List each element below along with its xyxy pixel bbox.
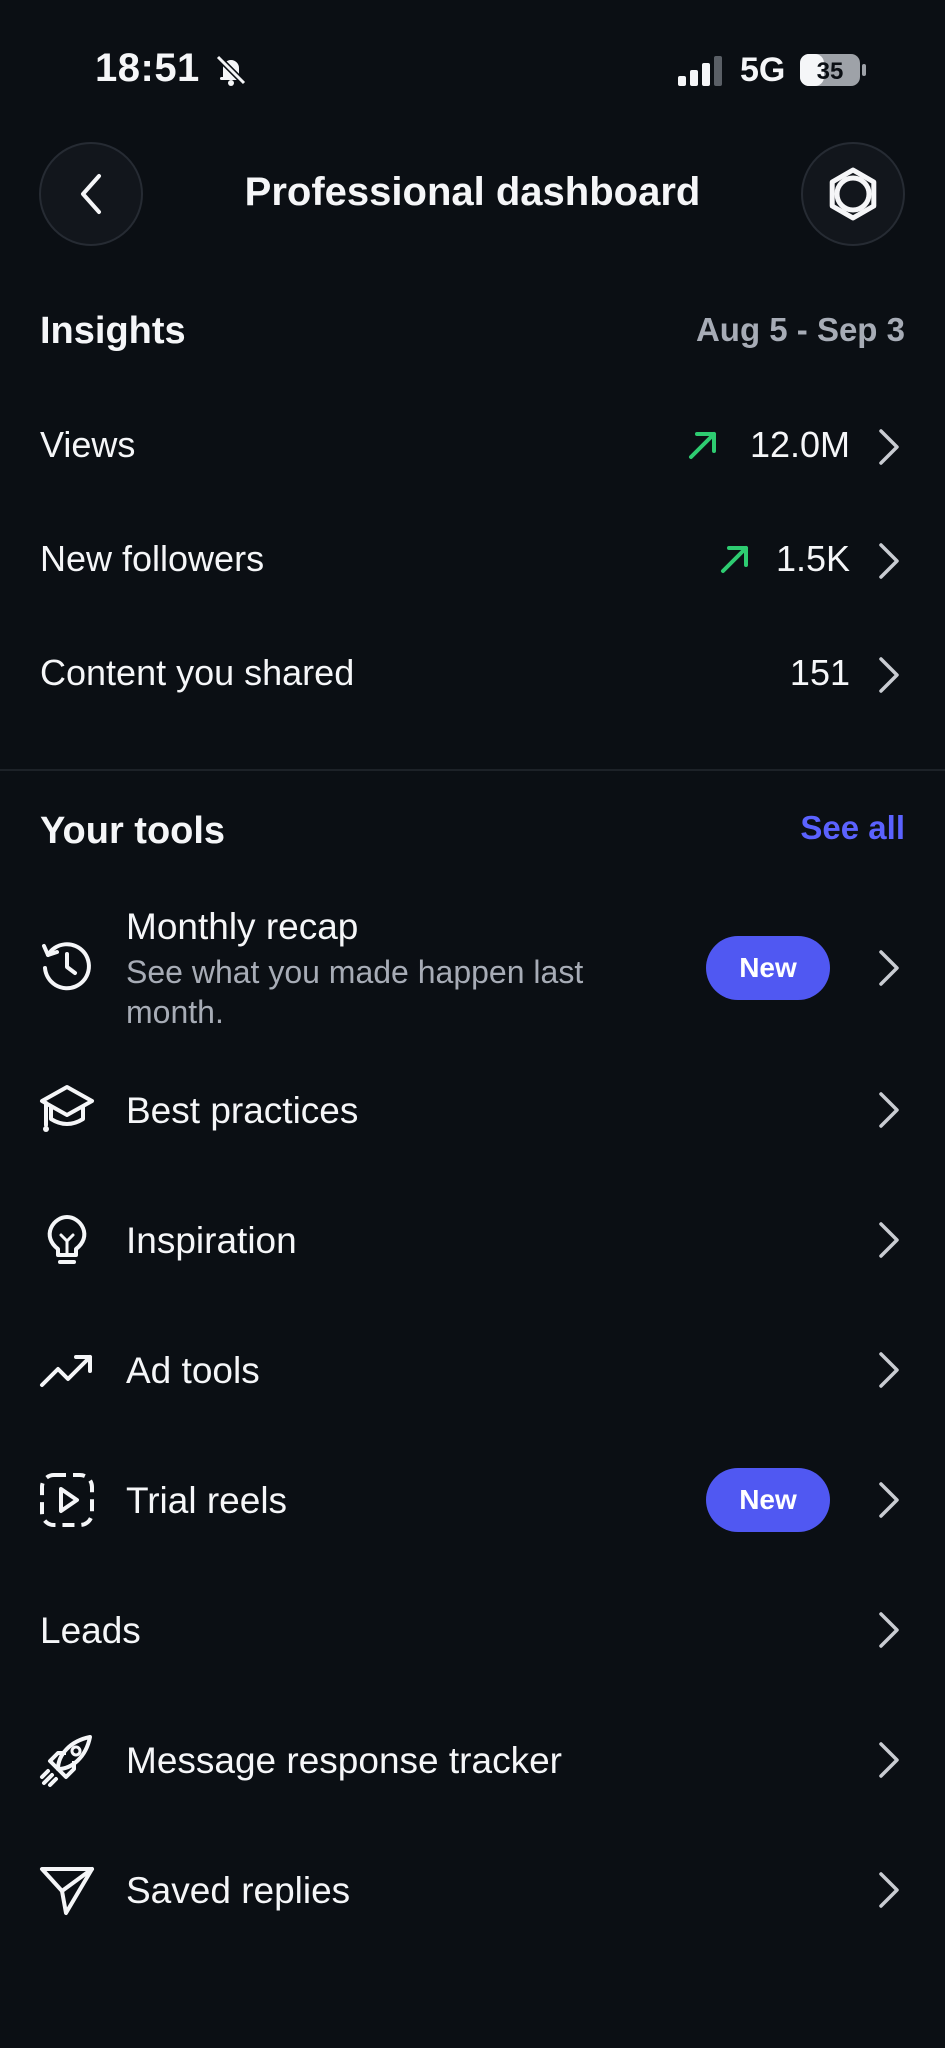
insight-label: New followers <box>40 538 265 579</box>
section-divider <box>0 769 945 771</box>
see-all-link[interactable]: See all <box>800 809 905 847</box>
graduation-cap-icon <box>40 1085 94 1132</box>
insight-value: 12.0M <box>749 424 850 465</box>
tool-trial-reels[interactable]: Trial reels New <box>0 1452 945 1548</box>
send-icon <box>40 1867 94 1915</box>
tool-label: Inspiration <box>126 1220 297 1261</box>
insight-row-new-followers[interactable]: New followers 1.5K <box>0 516 945 606</box>
tool-label: Leads <box>40 1610 141 1651</box>
gear-icon <box>829 167 877 221</box>
rocket-icon <box>40 1735 92 1787</box>
tool-leads[interactable]: Leads <box>0 1582 945 1678</box>
signal-icon <box>678 56 722 86</box>
tool-label: Saved replies <box>126 1870 351 1911</box>
tool-ad-tools[interactable]: Ad tools <box>0 1322 945 1418</box>
chevron-right-icon <box>879 950 899 986</box>
battery-level: 35 <box>817 58 844 85</box>
chevron-right-icon <box>879 1872 899 1908</box>
chevron-right-icon <box>879 1742 899 1778</box>
new-badge: New <box>706 1468 830 1532</box>
insight-label: Content you shared <box>40 652 355 693</box>
chevron-right-icon <box>879 1612 899 1648</box>
insight-row-content-shared[interactable]: Content you shared 151 <box>0 630 945 720</box>
chevron-right-icon <box>879 657 899 693</box>
insights-heading: Insights <box>40 310 186 352</box>
insight-value: 151 <box>789 652 850 693</box>
tool-saved-replies[interactable]: Saved replies <box>0 1842 945 1938</box>
tool-label: Best practices <box>126 1090 359 1131</box>
reel-play-icon <box>40 1473 94 1527</box>
status-bar: 18:51 5G 35 <box>0 0 945 130</box>
tool-label: Trial reels <box>126 1480 288 1521</box>
status-time: 18:51 <box>95 46 200 90</box>
trend-up-icon <box>721 546 748 573</box>
date-range[interactable]: Aug 5 - Sep 3 <box>696 311 905 349</box>
tool-label: Monthly recap <box>126 906 359 947</box>
trend-up-icon <box>689 432 716 459</box>
network-label: 5G <box>740 51 786 89</box>
insight-label: Views <box>40 424 136 465</box>
insight-row-views[interactable]: Views 12.0M <box>0 402 945 492</box>
tool-label: Message response tracker <box>126 1740 562 1781</box>
history-icon <box>42 942 91 991</box>
chevron-right-icon <box>879 1222 899 1258</box>
tool-label: Ad tools <box>126 1350 260 1391</box>
lightbulb-icon <box>47 1215 87 1264</box>
tool-inspiration[interactable]: Inspiration <box>0 1192 945 1288</box>
new-badge: New <box>706 936 830 1000</box>
trending-up-icon <box>40 1355 92 1387</box>
tools-heading: Your tools <box>40 810 226 852</box>
insight-value: 1.5K <box>775 538 850 579</box>
tool-monthly-recap[interactable]: Monthly recap See what you made happen l… <box>0 896 945 1036</box>
chevron-right-icon <box>879 429 899 465</box>
tool-best-practices[interactable]: Best practices <box>0 1062 945 1158</box>
tool-subtitle: See what you made happen last month. <box>126 954 584 1030</box>
chevron-right-icon <box>879 1352 899 1388</box>
tool-message-response-tracker[interactable]: Message response tracker <box>0 1712 945 1808</box>
settings-button[interactable] <box>801 142 905 246</box>
chevron-right-icon <box>879 1482 899 1518</box>
bell-muted-icon <box>215 54 247 86</box>
chevron-right-icon <box>879 543 899 579</box>
battery-icon: 35 <box>800 54 866 86</box>
chevron-right-icon <box>879 1092 899 1128</box>
